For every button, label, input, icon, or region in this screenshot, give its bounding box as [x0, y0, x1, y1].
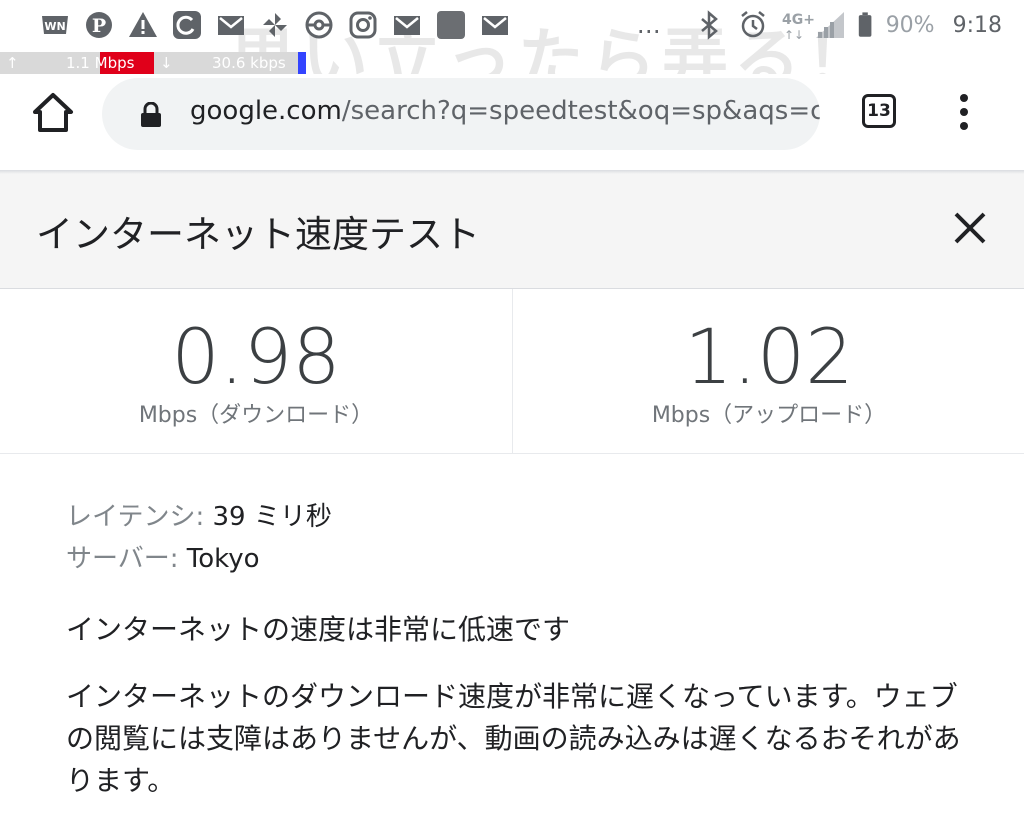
dot — [960, 94, 968, 102]
speed-results: 0.98 Mbps（ダウンロード） 1.02 Mbps（アップロード） — [0, 289, 1024, 454]
speed-description: インターネットのダウンロード速度が非常に遅くなっています。ウェブの閲覧には支障は… — [66, 680, 961, 797]
instagram-icon — [346, 8, 380, 42]
lock-icon — [140, 101, 162, 128]
browser-app-icon — [170, 8, 204, 42]
battery-icon — [856, 8, 876, 42]
alarm-icon — [736, 8, 770, 42]
download-indicator — [298, 52, 306, 74]
url-text[interactable]: google.com/search?q=speedtest&oq=sp&aqs=… — [190, 96, 820, 126]
battery-percentage: 90% — [885, 12, 935, 38]
download-arrow-icon: ↓ — [160, 54, 173, 72]
address-bar[interactable]: google.com/search?q=speedtest&oq=sp&aqs=… — [102, 78, 820, 150]
network-speed-meter: ↑ 1.1 Mbps ↓ 30.6 kbps — [0, 52, 306, 74]
home-button[interactable] — [30, 90, 76, 136]
more-notifications-indicator: … — [636, 11, 662, 39]
news-icon: WN — [38, 8, 72, 42]
server-value: Tokyo — [178, 544, 260, 574]
system-icons: … 4G+ ↑↓ 90% 9:18 — [617, 6, 1002, 44]
gmail-icon — [214, 8, 248, 42]
download-unit: Mbps（ダウンロード） — [138, 403, 374, 428]
download-speed: 30.6 kbps — [212, 54, 286, 72]
bluetooth-icon — [692, 8, 726, 42]
tab-switcher-button[interactable]: 13 — [862, 94, 896, 128]
svg-text:↑↓: ↑↓ — [784, 28, 804, 40]
download-result: 0.98 Mbps（ダウンロード） — [0, 289, 512, 453]
svg-text:P: P — [92, 15, 106, 37]
warning-icon — [126, 8, 160, 42]
more-menu-button[interactable] — [950, 90, 978, 132]
url-host: google.com — [190, 96, 342, 126]
latency-value: 39 ミリ秒 — [204, 502, 332, 532]
latency-line: レイテンシ: 39 ミリ秒 — [66, 496, 966, 538]
page-title: インターネット速度テスト — [36, 213, 480, 256]
status-bar: 思い立ったら弄る！ WN P … 4G+ ↑↓ 90% 9:18 — [0, 0, 1024, 98]
close-button[interactable] — [948, 206, 992, 250]
browser-toolbar: google.com/search?q=speedtest&oq=sp&aqs=… — [0, 74, 1024, 170]
pinwheel-icon — [258, 8, 292, 42]
network-type: 4G+ — [782, 12, 815, 28]
home-icon — [33, 93, 73, 132]
server-line: サーバー: Tokyo — [66, 538, 966, 580]
upload-arrow-icon: ↑ — [6, 54, 19, 72]
url-path: /search?q=speedtest&oq=sp&aqs=cl — [341, 96, 820, 126]
upload-value: 1.02 — [684, 312, 854, 401]
cellular-signal-icon: 4G+ ↑↓ — [780, 8, 846, 42]
download-value: 0.98 — [171, 312, 341, 401]
pokeball-icon — [302, 8, 336, 42]
speed-verdict: インターネットの速度は非常に低速です — [66, 613, 571, 646]
test-details: レイテンシ: 39 ミリ秒 サーバー: Tokyo — [66, 496, 966, 580]
gmail-icon — [390, 8, 424, 42]
latency-label: レイテンシ: — [66, 502, 205, 532]
close-icon — [954, 212, 986, 244]
notification-icons: WN P — [38, 8, 512, 42]
dot — [960, 122, 968, 130]
upload-unit: Mbps（アップロード） — [651, 403, 887, 428]
pinterest-icon: P — [82, 8, 116, 42]
svg-text:WN: WN — [44, 20, 65, 33]
upload-result: 1.02 Mbps（アップロード） — [513, 289, 1024, 453]
gmail-icon — [478, 8, 512, 42]
server-label: サーバー: — [66, 544, 179, 574]
speed-test-header: インターネット速度テスト — [0, 174, 1024, 289]
tab-count: 13 — [867, 101, 891, 121]
clock: 9:18 — [952, 12, 1002, 38]
blurred-app-icon — [434, 8, 468, 42]
upload-speed: 1.1 Mbps — [66, 54, 135, 72]
dot — [960, 108, 968, 116]
